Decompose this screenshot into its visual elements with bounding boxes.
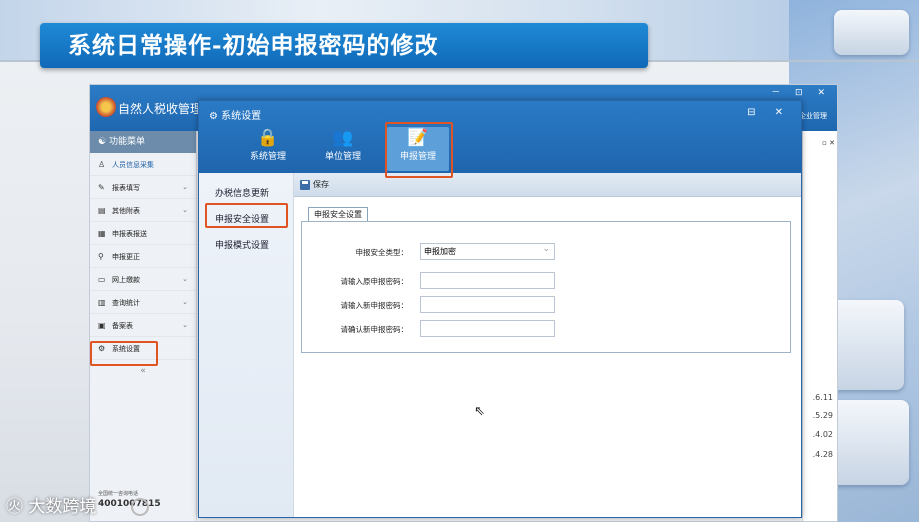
tab-label: 系统管理 xyxy=(249,152,286,162)
nav-header-label: 功能菜单 xyxy=(108,137,145,147)
form-row: 请确认新申报密码： xyxy=(302,320,792,338)
watermark-logo-icon: ㊋ xyxy=(6,497,29,517)
nav-item-label: 备案表 xyxy=(112,322,133,330)
save-icon xyxy=(300,179,310,190)
hotline: 全国统一咨询电话 4001007815 xyxy=(98,490,161,509)
save-button[interactable]: 保存 xyxy=(300,179,329,190)
edit-icon: ✎ xyxy=(98,183,105,192)
nav-item-filing[interactable]: ▣ 备案表 ⌄ xyxy=(90,314,196,337)
toolbar: 保存 xyxy=(294,173,801,197)
security-form: 申报安全类型： 申报加密 请输入原申报密码： 请输入新申报密码： 请确认新申报密… xyxy=(301,221,791,353)
nav-item-person-info[interactable]: ♙ 人员信息采集 xyxy=(90,153,196,176)
more-icon: ··· xyxy=(131,498,149,516)
new-password-input[interactable] xyxy=(420,296,555,313)
mouse-cursor-icon: ⇖ xyxy=(474,404,485,419)
nav-item-label: 申报更正 xyxy=(112,253,140,261)
lock-icon: 🔒 xyxy=(257,128,279,148)
dialog-title-label: 系统设置 xyxy=(221,111,262,122)
nav-item-report-fill[interactable]: ✎ 报表填写 ⌄ xyxy=(90,176,196,199)
nav-item-label: 网上缴款 xyxy=(112,276,140,284)
menu-item-mode-settings[interactable]: 申报模式设置 xyxy=(199,233,293,259)
chevron-down-icon: ⌄ xyxy=(182,275,188,283)
save-label: 保存 xyxy=(313,180,329,189)
users-icon: 👥 xyxy=(332,128,354,148)
menu-icon: ☯ xyxy=(98,137,109,147)
old-password-input[interactable] xyxy=(420,272,555,289)
new-password-label: 请输入新申报密码： xyxy=(340,301,409,310)
app-window-controls[interactable]: － ⊡ ✕ xyxy=(771,85,831,98)
nav-header: ☯ 功能菜单 xyxy=(90,131,196,153)
nav-item-submit[interactable]: ▦ 申报表报送 xyxy=(90,222,196,245)
person-icon: ♙ xyxy=(98,160,106,169)
security-type-select[interactable]: 申报加密 xyxy=(420,242,555,260)
highlight-system-settings xyxy=(90,341,158,366)
nav-item-label: 其他附表 xyxy=(112,207,140,215)
tab-unit-management[interactable]: 👥 单位管理 xyxy=(312,127,374,171)
tax-emblem-icon xyxy=(96,97,116,117)
card-icon: ▭ xyxy=(98,275,106,284)
gear-icon: ⚙ xyxy=(209,111,222,122)
highlight-security-menu xyxy=(205,203,288,228)
tab-label: 单位管理 xyxy=(324,152,361,162)
enterprise-management-link[interactable]: 企业管理 xyxy=(799,111,827,121)
date-item: .6.11 xyxy=(812,393,833,402)
tab-system-management[interactable]: 🔒 系统管理 xyxy=(237,127,299,171)
nav-item-online-payment[interactable]: ▭ 网上缴款 ⌄ xyxy=(90,268,196,291)
system-settings-dialog: ⚙ 系统设置 ⊟ ✕ 🔒 系统管理 👥 单位管理 📝 申报管理 办税信息更新 申… xyxy=(198,100,802,518)
security-type-label: 申报安全类型： xyxy=(355,248,409,257)
hotline-number: 4001007815 xyxy=(98,499,161,509)
watermark-text: 大数跨境 xyxy=(28,497,97,517)
chevron-down-icon: ⌄ xyxy=(182,321,188,329)
form-row: 申报安全类型： 申报加密 xyxy=(302,242,792,261)
doc-icon: ▣ xyxy=(98,321,106,330)
right-pane: ▫ ✕ .6.11 .5.29 .4.02 .4.28 xyxy=(802,131,837,521)
dialog-window-controls[interactable]: ⊟ ✕ xyxy=(747,107,791,118)
highlight-declaration-tab xyxy=(385,122,453,178)
dialog-title: ⚙ 系统设置 xyxy=(209,107,261,122)
date-item: .5.29 xyxy=(812,411,833,420)
nav-item-label: 报表填写 xyxy=(112,184,140,192)
nav-item-label: 申报表报送 xyxy=(112,230,147,238)
tab-controls[interactable]: ▫ ✕ xyxy=(822,139,835,147)
stats-icon: ▥ xyxy=(98,298,106,307)
chevron-down-icon: ⌄ xyxy=(182,206,188,214)
watermark: ㊋ 大数跨境 xyxy=(6,492,96,517)
dialog-main: 保存 申报安全设置 申报安全类型： 申报加密 请输入原申报密码： 请输入新申报密… xyxy=(294,173,801,517)
confirm-password-input[interactable] xyxy=(420,320,555,337)
date-item: .4.28 xyxy=(812,450,833,459)
collapse-icon[interactable]: « xyxy=(90,366,196,376)
hotline-label: 全国统一咨询电话 xyxy=(98,491,139,497)
search-icon: ⚲ xyxy=(98,252,104,261)
nav-item-statistics[interactable]: ▥ 查询统计 ⌄ xyxy=(90,291,196,314)
dialog-header: ⚙ 系统设置 ⊟ ✕ 🔒 系统管理 👥 单位管理 📝 申报管理 xyxy=(199,101,801,173)
left-nav: ☯ 功能菜单 ♙ 人员信息采集 ✎ 报表填写 ⌄ ▤ 其他附表 ⌄ ▦ 申报表报送 ⚲ 申报更… xyxy=(90,131,197,521)
form-row: 请输入原申报密码： xyxy=(302,272,792,290)
keyboard-key xyxy=(834,10,909,55)
nav-item-label: 人员信息采集 xyxy=(112,161,154,169)
chevron-down-icon: ⌄ xyxy=(182,183,188,191)
chevron-down-icon: ⌄ xyxy=(182,298,188,306)
old-password-label: 请输入原申报密码： xyxy=(340,277,409,286)
slide-title: 系统日常操作-初始申报密码的修改 xyxy=(40,23,648,68)
date-item: .4.02 xyxy=(812,430,833,439)
form-row: 请输入新申报密码： xyxy=(302,296,792,314)
nav-item-label: 查询统计 xyxy=(112,299,140,307)
nav-item-other-schedules[interactable]: ▤ 其他附表 ⌄ xyxy=(90,199,196,222)
table-icon: ▤ xyxy=(98,206,106,215)
tab-security-settings[interactable]: 申报安全设置 xyxy=(308,207,368,221)
grid-icon: ▦ xyxy=(98,229,106,238)
confirm-password-label: 请确认新申报密码： xyxy=(340,325,409,334)
nav-item-correction[interactable]: ⚲ 申报更正 xyxy=(90,245,196,268)
